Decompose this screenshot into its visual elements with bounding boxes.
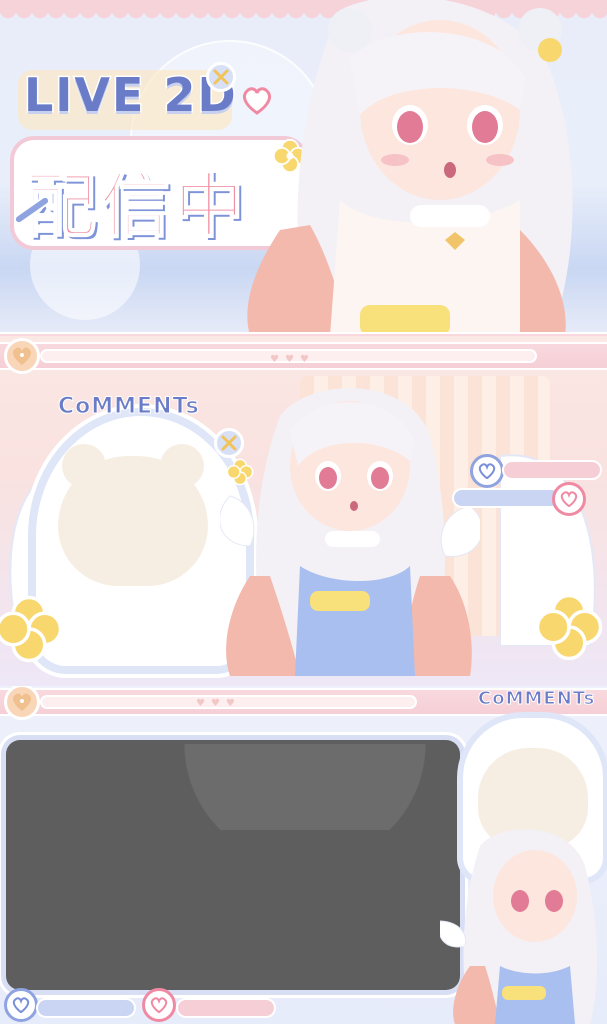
bear-ear (160, 444, 204, 488)
pink-pill-bar (502, 460, 602, 480)
character-illustration (220, 388, 480, 676)
character-illustration (247, 0, 573, 336)
blue-pill-bar (36, 998, 136, 1018)
wand-icon (13, 195, 51, 225)
comments-panel: ♥♥♥ CoMMENTs (0, 336, 607, 686)
character-illustration (440, 829, 597, 1024)
clover-flower-icon (535, 593, 603, 661)
heart-icon (4, 988, 38, 1022)
pink-pill-bar (176, 998, 276, 1018)
blue-pill-bar (452, 488, 562, 508)
heart-icon (470, 454, 504, 488)
bear-ear (62, 444, 106, 488)
hearts-decoration: ♥♥♥ (196, 698, 241, 709)
title-panel: LIVE 2D 配信中 (0, 0, 607, 336)
video-lace-decoration (160, 744, 450, 830)
video-panel: ♥♥♥ CoMMENTs (0, 686, 607, 1024)
heart-icon (142, 988, 176, 1022)
heart-icon (552, 482, 586, 516)
hearts-decoration: ♥♥♥ (270, 354, 315, 365)
small-comments-title: CoMMENTs (477, 688, 596, 710)
comments-title: CoMMENTs (58, 394, 200, 420)
clover-flower-icon (0, 595, 63, 663)
bottom-status-bar (0, 988, 460, 1022)
heart-keyhole-icon (4, 338, 40, 374)
